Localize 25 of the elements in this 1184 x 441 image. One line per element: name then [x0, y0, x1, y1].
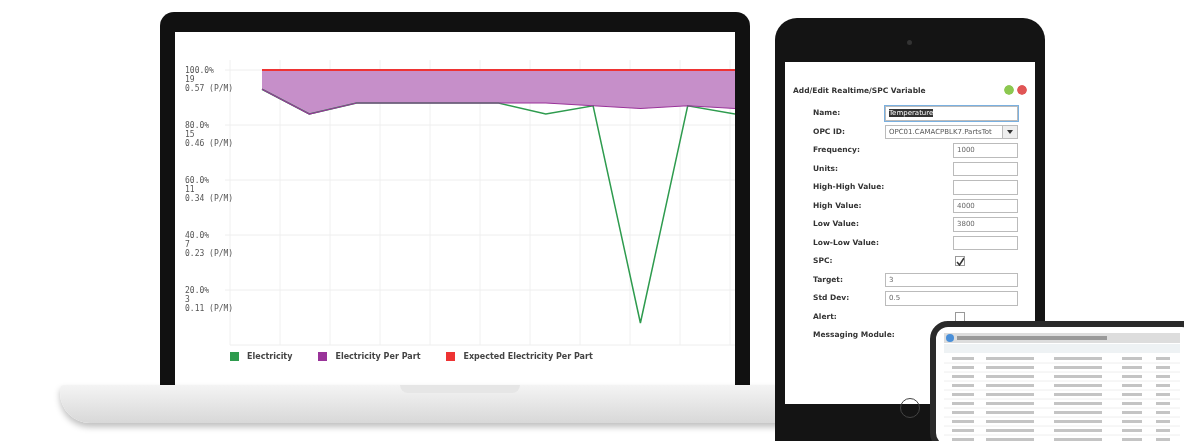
confirm-icon[interactable]: [1004, 85, 1014, 95]
y-axis-label: 100.0%: [185, 66, 214, 75]
y-axis-label: 20.0%: [185, 286, 210, 295]
y-axis-sublabel: 3: [185, 295, 190, 304]
y-axis-sublabel: 15: [185, 130, 195, 139]
legend-label: Electricity Per Part: [335, 352, 421, 361]
y-axis-label: 80.0%: [185, 121, 210, 130]
y-axis-sublabel: 0.23 (P/M): [185, 249, 234, 258]
y-axis-label: 40.0%: [185, 231, 210, 240]
y-axis-sublabel: 0.11 (P/M): [185, 304, 234, 313]
input-field[interactable]: [953, 235, 1018, 250]
y-axis-label: 60.0%: [185, 176, 210, 185]
y-axis-sublabel: 0.34 (P/M): [185, 194, 234, 203]
close-icon[interactable]: [1017, 85, 1027, 95]
input-field[interactable]: [953, 180, 1018, 195]
input-field[interactable]: [953, 161, 1018, 176]
legend-label: Electricity: [247, 352, 293, 361]
y-axis-sublabel: 11: [185, 185, 195, 194]
y-axis-sublabel: 19: [185, 75, 195, 84]
y-axis-sublabel: 7: [185, 240, 190, 249]
caret-icon: [1007, 129, 1013, 134]
y-axis-sublabel: 0.46 (P/M): [185, 139, 234, 148]
y-axis-sublabel: 0.57 (P/M): [185, 84, 234, 93]
legend-label: Expected Electricity Per Part: [463, 352, 593, 361]
checkbox[interactable]: [955, 256, 965, 267]
